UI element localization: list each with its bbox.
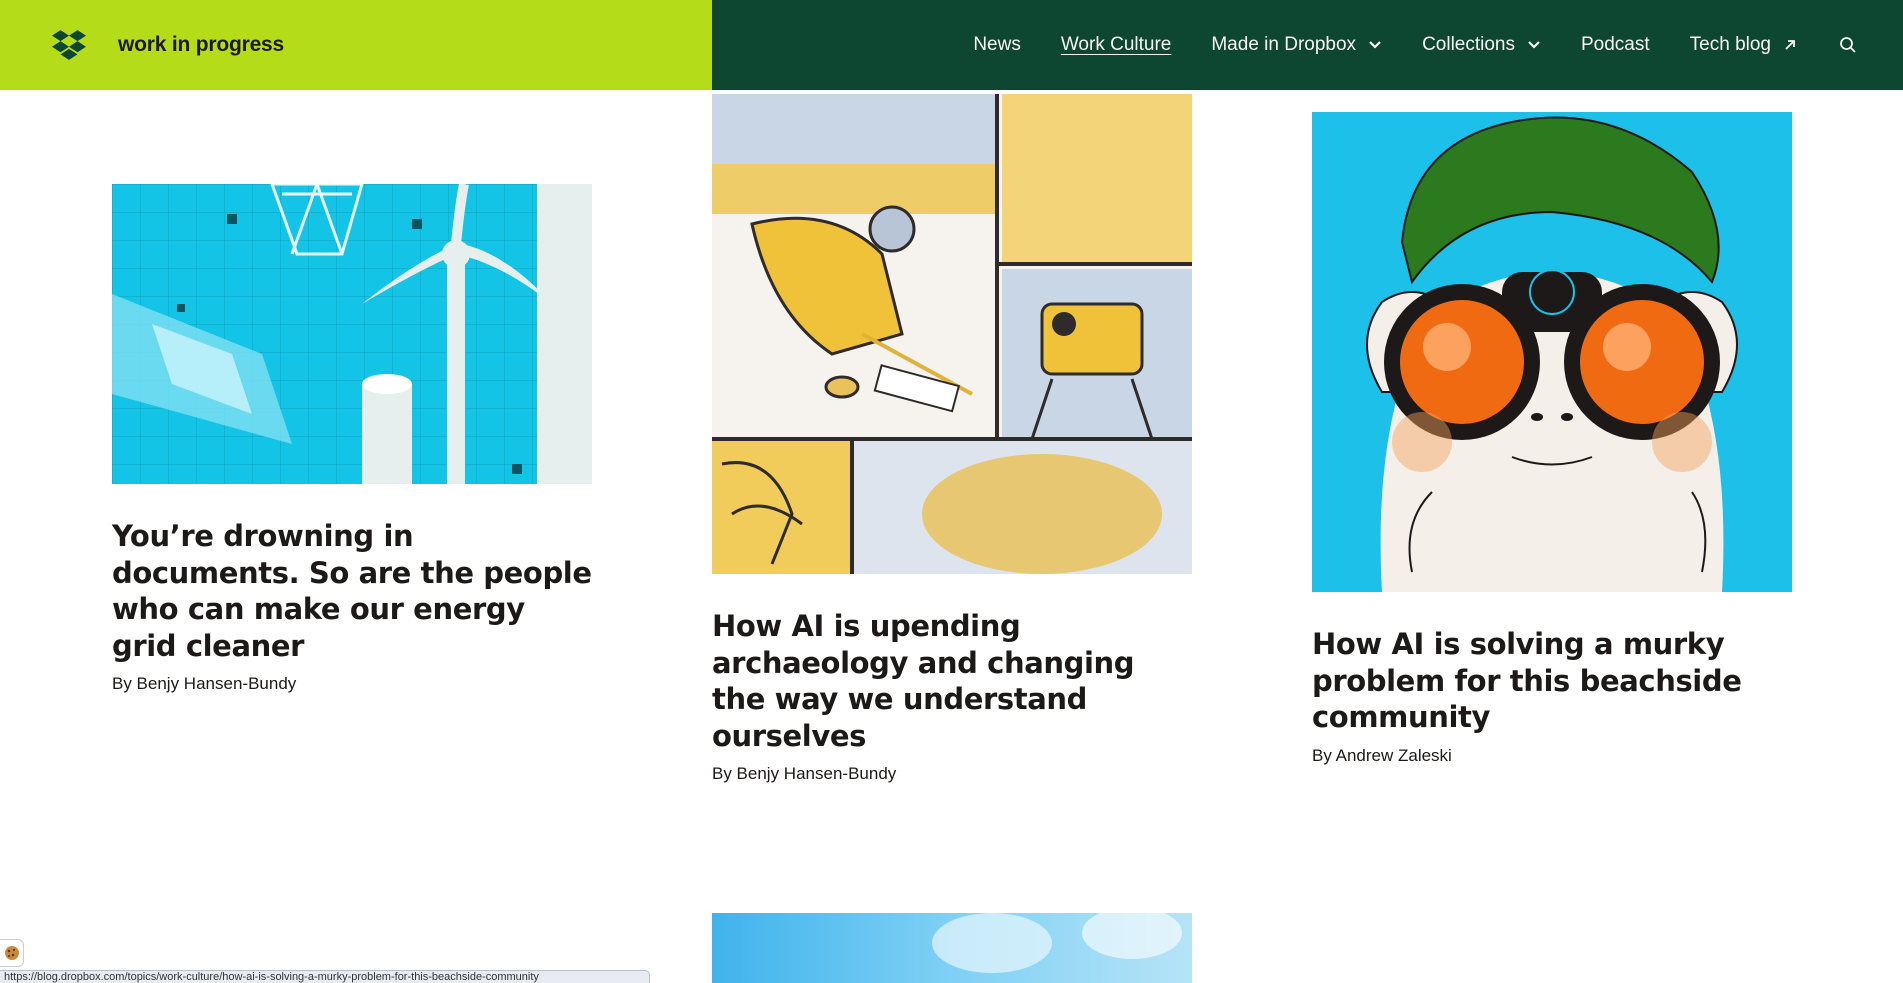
browser-status-bar: https://blog.dropbox.com/topics/work-cul… xyxy=(0,970,650,983)
nav-item-tech-blog[interactable]: Tech blog xyxy=(1690,34,1797,56)
article-title[interactable]: You’re drowning in documents. So are the… xyxy=(112,518,592,664)
article-byline: By Andrew Zaleski xyxy=(1312,745,1452,765)
nav-item-label: Collections xyxy=(1422,34,1515,55)
article-image-binoculars[interactable] xyxy=(1312,112,1792,592)
article-title[interactable]: How AI is solving a murky problem for th… xyxy=(1312,626,1792,736)
article-image-sky[interactable] xyxy=(712,913,1192,983)
article-title[interactable]: How AI is upending archaeology and chang… xyxy=(712,608,1192,754)
cookie-settings-button[interactable] xyxy=(0,939,24,967)
article-byline: By Benjy Hansen-Bundy xyxy=(712,764,897,783)
dropbox-logo-icon xyxy=(52,30,86,60)
article-image-energy-grid[interactable] xyxy=(112,184,592,484)
brand-home-link[interactable]: work in progress xyxy=(0,0,712,90)
nav-item-made-in-dropbox[interactable]: Made in Dropbox xyxy=(1211,34,1382,56)
main-nav: News Work Culture Made in Dropbox Collec… xyxy=(712,0,1903,90)
nav-item-podcast[interactable]: Podcast xyxy=(1581,34,1650,56)
article-card[interactable]: You’re drowning in documents. So are the… xyxy=(112,184,592,694)
search-icon xyxy=(1840,37,1856,53)
chevron-down-icon xyxy=(1528,41,1540,49)
status-bar-url: https://blog.dropbox.com/topics/work-cul… xyxy=(4,971,539,983)
site-wordmark: work in progress xyxy=(118,33,285,56)
article-card[interactable] xyxy=(712,913,1192,983)
article-byline: By Benjy Hansen-Bundy xyxy=(112,674,297,693)
external-arrow-icon xyxy=(1785,40,1795,50)
article-image-archaeology[interactable] xyxy=(712,94,1192,574)
nav-item-label: News xyxy=(973,34,1021,55)
nav-item-collections[interactable]: Collections xyxy=(1422,34,1541,56)
article-card[interactable]: How AI is solving a murky problem for th… xyxy=(1312,112,1792,766)
cookie-icon xyxy=(4,946,19,960)
site-header: work in progress News Work Culture Made … xyxy=(0,0,1903,90)
chevron-down-icon xyxy=(1369,41,1381,49)
nav-item-work-culture[interactable]: Work Culture xyxy=(1061,34,1172,56)
nav-item-label: Tech blog xyxy=(1689,34,1771,55)
article-card[interactable]: How AI is upending archaeology and chang… xyxy=(712,94,1192,784)
nav-item-label: Podcast xyxy=(1581,34,1650,55)
search-button[interactable] xyxy=(1839,36,1857,54)
nav-item-label: Made in Dropbox xyxy=(1211,34,1357,55)
nav-item-news[interactable]: News xyxy=(973,34,1021,56)
nav-item-label: Work Culture xyxy=(1060,34,1172,55)
